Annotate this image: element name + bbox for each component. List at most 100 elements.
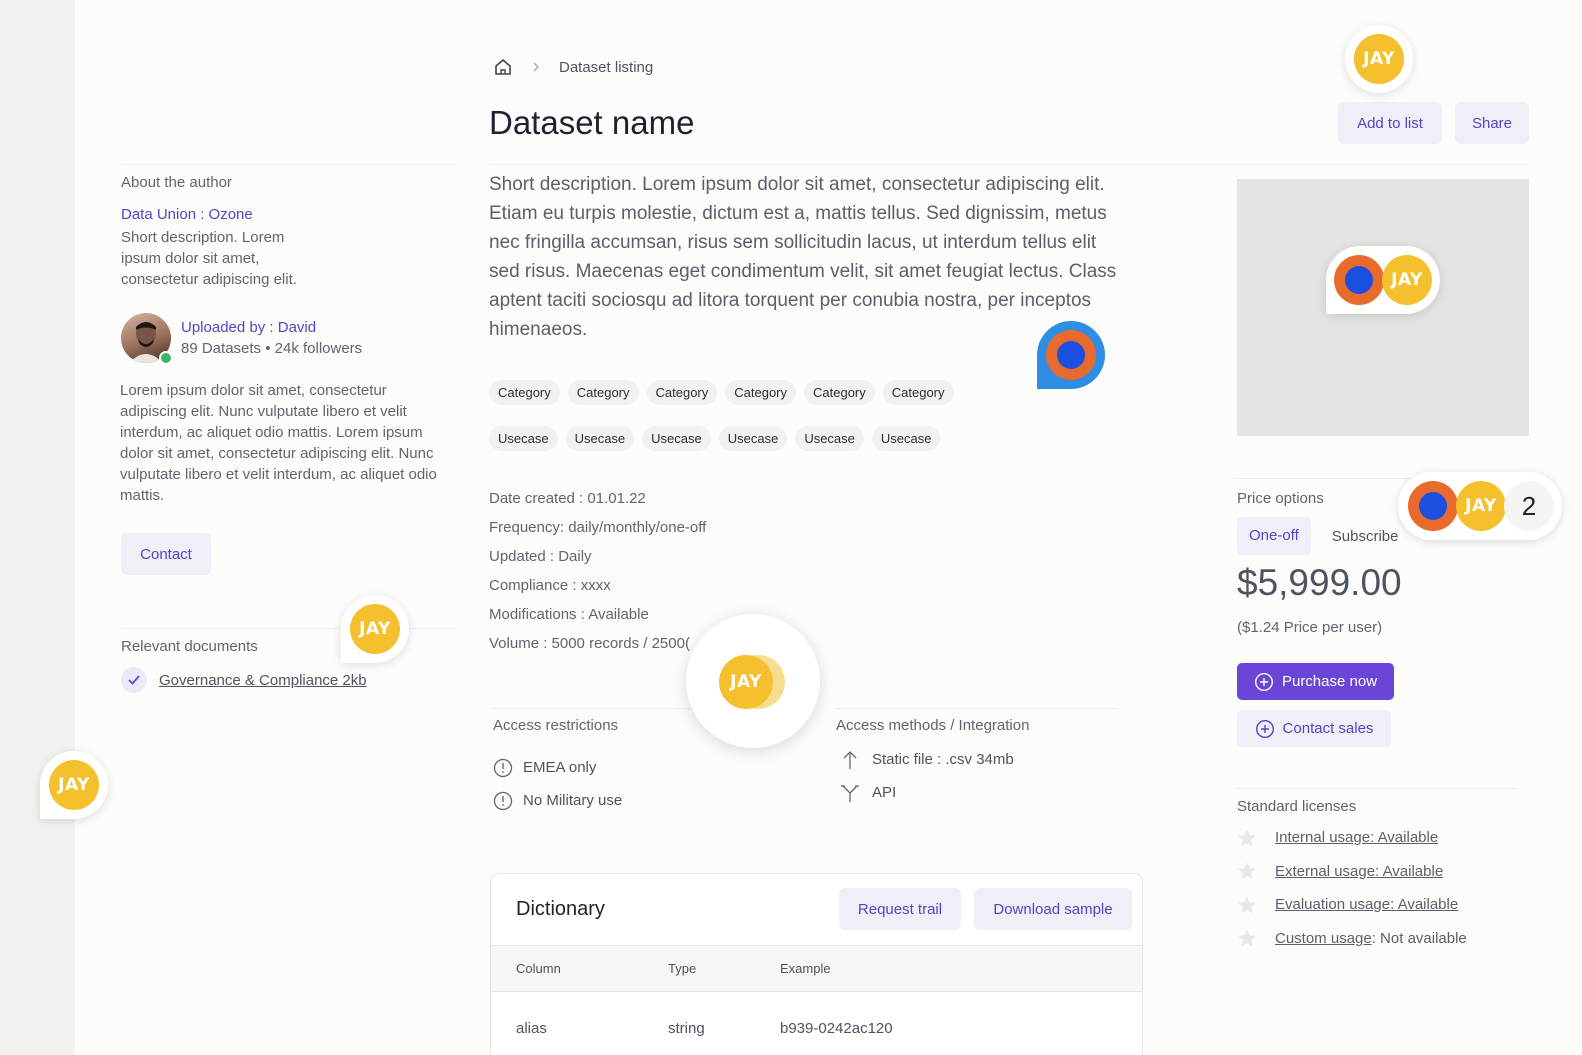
table-cell: b939-0242ac120 xyxy=(780,1020,893,1037)
category-chip[interactable]: Category xyxy=(489,380,560,405)
online-status-dot xyxy=(159,351,173,365)
licenses-list: Internal usage: Available External usage… xyxy=(1237,821,1467,955)
license-item: Custom usage : Not available xyxy=(1237,922,1467,956)
fork-icon xyxy=(841,784,859,802)
category-chip[interactable]: Category xyxy=(882,380,954,405)
collaborator-bubble-left[interactable]: JAY xyxy=(40,751,108,819)
meta-frequency: Frequency: daily/monthly/one-off xyxy=(489,519,707,536)
dictionary-table-header: Column Type Example xyxy=(491,945,1142,992)
license-link[interactable]: Custom usage xyxy=(1275,930,1372,947)
breadcrumb-current[interactable]: Dataset listing xyxy=(559,59,653,76)
download-sample-button[interactable]: Download sample xyxy=(974,888,1132,930)
column-header: Column xyxy=(516,961,561,976)
category-chip[interactable]: Category xyxy=(725,380,796,405)
alert-circle-icon xyxy=(493,791,513,810)
add-to-list-button[interactable]: Add to list xyxy=(1338,102,1442,144)
price-per-user: ($1.24 Price per user) xyxy=(1237,619,1383,636)
meta-volume: Volume : 5000 records / 2500( xyxy=(489,635,690,652)
collaborator-bubble-documents[interactable]: JAY xyxy=(341,595,409,663)
uploader-link[interactable]: Uploaded by : David xyxy=(181,319,316,336)
alert-circle-icon xyxy=(493,758,513,777)
left-gutter xyxy=(0,0,75,1055)
request-trail-button[interactable]: Request trail xyxy=(839,888,961,930)
collaborator-avatar: JAY xyxy=(719,655,773,709)
usecase-chips: Usecase Usecase Usecase Usecase Usecase Useca… xyxy=(489,426,1189,451)
org-link[interactable]: Data Union : Ozone xyxy=(121,206,253,223)
license-link[interactable]: Internal usage: Available xyxy=(1275,829,1438,846)
restriction-item: No Military use xyxy=(493,784,622,817)
meta-compliance: Compliance : xxxx xyxy=(489,577,611,594)
collaborator-pin xyxy=(1046,330,1096,380)
price-value: $5,999.00 xyxy=(1237,562,1402,603)
plus-circle-icon xyxy=(1255,719,1274,738)
column-header: Example xyxy=(780,961,831,976)
license-link[interactable]: Evaluation usage: Available xyxy=(1275,896,1458,913)
star-icon xyxy=(1238,929,1256,947)
author-bio: Lorem ipsum dolor sit amet, consectetur … xyxy=(120,382,437,504)
usecase-chip[interactable]: Usecase xyxy=(718,426,788,451)
dictionary-title: Dictionary xyxy=(516,898,605,920)
contact-sales-button[interactable]: Contact sales xyxy=(1237,710,1391,747)
price-tabs: One-off Subscribe xyxy=(1237,517,1409,555)
usecase-chip[interactable]: Usecase xyxy=(642,426,711,451)
collaborator-bubble-center[interactable]: JAY xyxy=(686,614,820,748)
arrow-up-icon xyxy=(843,750,857,769)
usecase-chip[interactable]: Usecase xyxy=(871,426,941,451)
share-button[interactable]: Share xyxy=(1455,102,1529,144)
tab-subscribe[interactable]: Subscribe xyxy=(1311,528,1399,545)
star-icon xyxy=(1238,896,1256,913)
collaborator-avatar: JAY xyxy=(1354,34,1404,84)
contact-button[interactable]: Contact xyxy=(121,533,211,575)
page-title: Dataset name xyxy=(489,104,695,141)
price-options-label: Price options xyxy=(1237,490,1324,507)
avatar[interactable] xyxy=(121,313,173,365)
purchase-now-button[interactable]: Purchase now xyxy=(1237,663,1394,700)
about-author-label: About the author xyxy=(121,174,232,191)
usecase-chip[interactable]: Usecase xyxy=(565,426,635,451)
usecase-chip[interactable]: Usecase xyxy=(795,426,864,451)
collaborator-count: 2 xyxy=(1504,481,1554,531)
methods-divider xyxy=(836,708,1118,709)
license-link[interactable]: External usage: Available xyxy=(1275,863,1443,880)
collaborator-avatar: JAY xyxy=(350,604,400,654)
license-item: Internal usage: Available xyxy=(1237,821,1467,855)
plus-circle-icon xyxy=(1254,672,1273,691)
tab-one-off[interactable]: One-off xyxy=(1237,517,1311,555)
breadcrumb: Dataset listing xyxy=(493,56,653,78)
collaborator-bubble-top[interactable]: JAY xyxy=(1345,25,1413,93)
restrictions-list: EMEA only No Military use xyxy=(493,751,622,817)
usecase-chip[interactable]: Usecase xyxy=(489,426,558,451)
category-chip[interactable]: Category xyxy=(646,380,718,405)
table-cell: string xyxy=(668,1020,705,1037)
chevron-right-icon xyxy=(531,61,541,73)
header-divider-left xyxy=(121,164,456,165)
dataset-meta: Date created : 01.01.22 Frequency: daily… xyxy=(489,484,706,658)
licenses-divider xyxy=(1237,788,1517,789)
collaborator-avatar: JAY xyxy=(1456,481,1506,531)
org-description: Short description. Lorem ipsum dolor sit… xyxy=(121,229,297,288)
check-icon xyxy=(121,667,147,693)
collaborator-bubble-price[interactable]: JAY 2 xyxy=(1398,472,1562,540)
comment-pin[interactable] xyxy=(1037,321,1105,389)
document-link[interactable]: Governance & Compliance 2kb xyxy=(159,672,367,689)
category-chip[interactable]: Category xyxy=(804,380,875,405)
star-icon xyxy=(1238,829,1256,846)
access-methods-label: Access methods / Integration xyxy=(836,717,1030,734)
restriction-item: EMEA only xyxy=(493,751,622,784)
dataset-description: Short description. Lorem ipsum dolor sit… xyxy=(489,174,1117,340)
column-header: Type xyxy=(668,961,697,976)
meta-updated: Updated : Daily xyxy=(489,548,592,565)
document-item[interactable]: Governance & Compliance 2kb xyxy=(121,667,367,693)
category-chip[interactable]: Category xyxy=(567,380,639,405)
table-row: alias string b939-0242ac120 xyxy=(491,992,1142,1055)
method-item-static-file[interactable]: Static file : .csv 34mb xyxy=(838,743,1014,776)
meta-date-created: Date created : 01.01.22 xyxy=(489,490,646,507)
collaborator-bubble-preview[interactable]: JAY xyxy=(1326,246,1440,314)
home-icon[interactable] xyxy=(493,57,513,77)
table-cell: alias xyxy=(516,1020,547,1037)
standard-licenses-label: Standard licenses xyxy=(1237,798,1357,815)
collaborator-pin xyxy=(1334,255,1384,305)
collaborator-avatar: JAY xyxy=(49,760,99,810)
collaborator-avatar: JAY xyxy=(1382,255,1432,305)
method-item-api[interactable]: API xyxy=(838,776,1014,809)
